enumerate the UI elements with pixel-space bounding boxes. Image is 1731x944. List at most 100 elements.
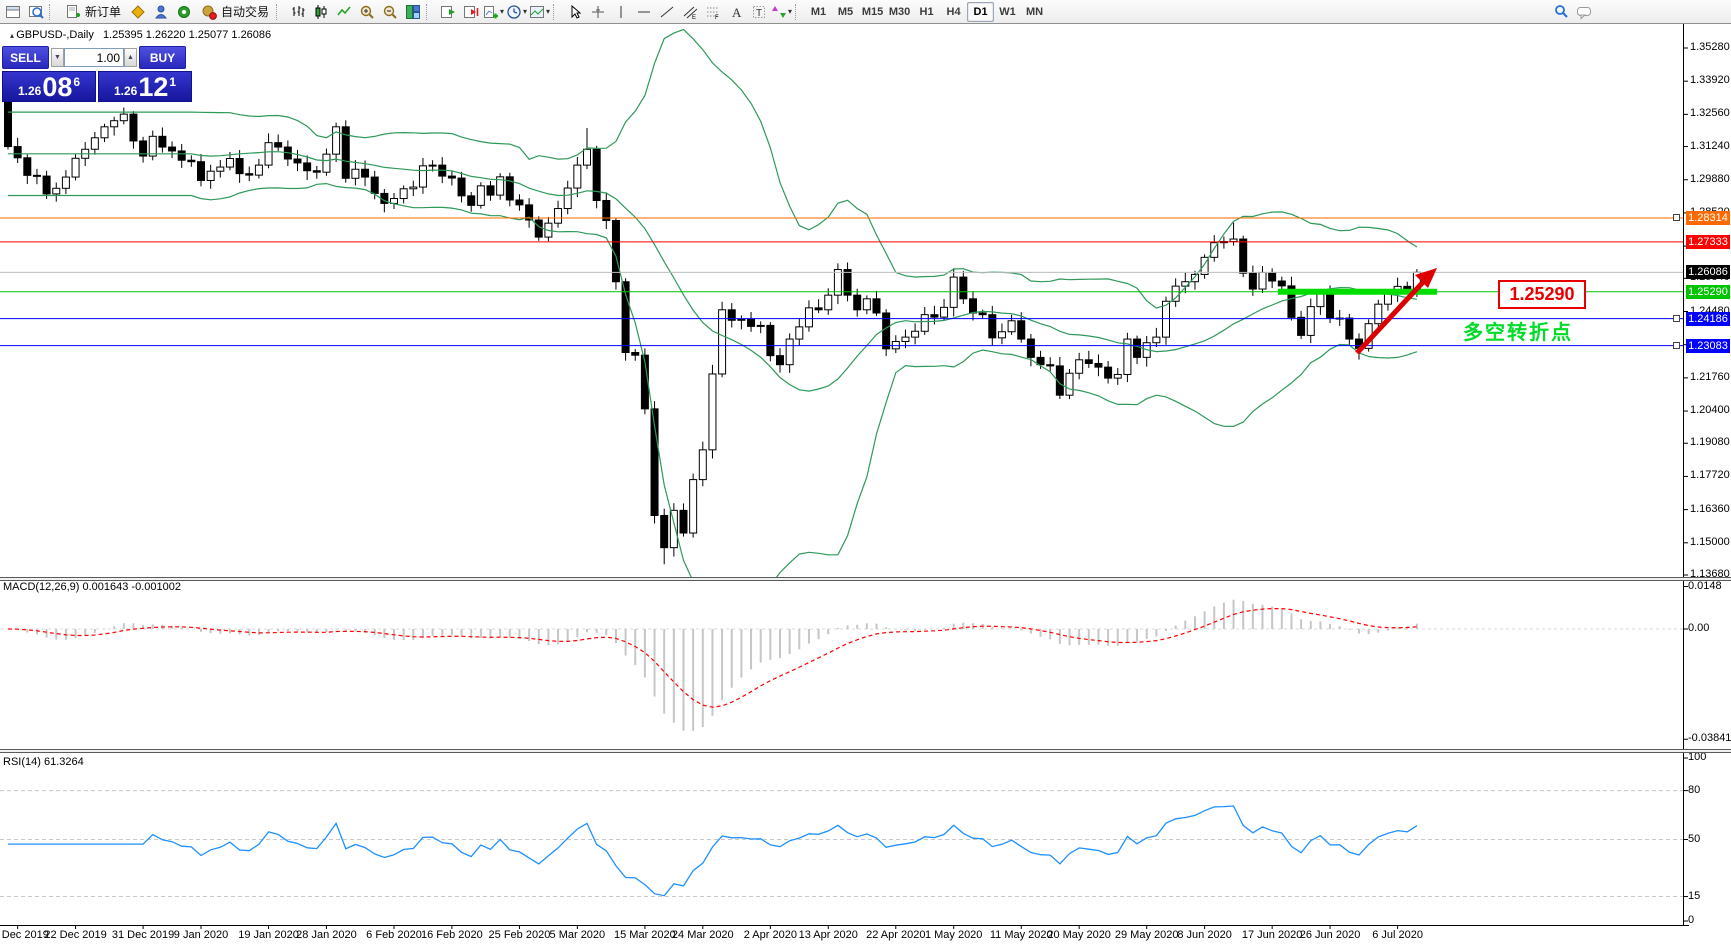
price-axis-label: 1.35280 — [1690, 41, 1730, 53]
candlestick-series — [4, 93, 1421, 565]
templates-icon[interactable]: ▾ — [528, 2, 551, 22]
chart-plot[interactable] — [0, 0, 1731, 944]
volume-down-button[interactable]: ▼ — [51, 48, 64, 67]
sell-price-point: 6 — [73, 75, 81, 89]
timeframe-button-H1[interactable]: H1 — [913, 2, 940, 22]
timeframe-button-MN[interactable]: MN — [1021, 2, 1048, 22]
arrows-icon[interactable]: ▾ — [770, 2, 793, 22]
rsi-indicator-label: RSI(14) 61.3264 — [3, 756, 84, 768]
mt4-window: { "toolbar": { "new_order_label": "新订单",… — [0, 0, 1731, 944]
buy-price-pips: 12 — [138, 72, 169, 102]
auto-trading-button[interactable]: 自动交易 — [195, 2, 274, 22]
panel-separator-macd[interactable] — [0, 577, 1731, 581]
buy-price-point: 1 — [169, 75, 177, 89]
line-chart-icon[interactable] — [332, 2, 355, 22]
main-panel — [0, 28, 1683, 577]
timeframe-button-W1[interactable]: W1 — [994, 2, 1021, 22]
buy-price-display[interactable]: 1.26 12 1 — [98, 71, 192, 102]
zoom-in-icon[interactable] — [355, 2, 378, 22]
profile-window-icon[interactable] — [24, 2, 47, 22]
price-axis-label: 1.31240 — [1690, 139, 1730, 152]
level-badge-1.23083: 1.23083 — [1686, 338, 1730, 353]
price-axis-label: 1.32560 — [1690, 107, 1730, 120]
panel-separator-rsi[interactable] — [0, 749, 1731, 753]
zoom-out-icon[interactable] — [378, 2, 401, 22]
toolbar-grip — [276, 3, 282, 20]
chart-shift-icon[interactable] — [459, 2, 482, 22]
sell-price-figure: 1.26 — [17, 84, 42, 98]
indicators-icon[interactable]: ▾ — [482, 2, 505, 22]
volume-input[interactable] — [64, 48, 124, 67]
new-order-button[interactable]: 新订单 — [59, 2, 126, 22]
date-axis-label: 6 Jul 2020 — [1372, 929, 1423, 941]
timeframe-button-M30[interactable]: M30 — [886, 2, 913, 22]
current-price-badge: 1.26086 — [1686, 265, 1730, 280]
symbol-period: GBPUSD-,Daily — [16, 29, 94, 41]
horizontal-line-icon[interactable] — [632, 2, 655, 22]
periods-icon[interactable]: ▾ — [505, 2, 528, 22]
trendline-icon[interactable] — [655, 2, 678, 22]
chat-icon[interactable] — [1572, 2, 1595, 22]
price-axis-label: 1.17720 — [1690, 469, 1730, 482]
price-axis-label: 1.16360 — [1690, 502, 1730, 515]
equidistant-channel-icon[interactable]: E — [678, 2, 701, 22]
macd-indicator-label: MACD(12,26,9) 0.001643 -0.001002 — [3, 581, 181, 593]
turning-point-text[interactable]: 多空转折点 — [1463, 316, 1573, 345]
buy-button[interactable]: BUY — [139, 46, 186, 69]
rsi-axis-label: 15 — [1688, 889, 1701, 902]
macd-axis-label: -0.038415 — [1688, 732, 1731, 745]
svg-text:E: E — [692, 15, 696, 20]
price-axis-label: 1.33920 — [1690, 74, 1730, 87]
svg-text:F: F — [715, 15, 719, 20]
level-handle[interactable] — [1673, 214, 1680, 222]
signals-icon[interactable] — [172, 2, 195, 22]
rsi-line — [8, 805, 1418, 897]
text-icon[interactable]: A — [724, 2, 747, 22]
buy-price-figure: 1.26 — [113, 84, 138, 98]
timeframe-button-M5[interactable]: M5 — [832, 2, 859, 22]
text-label-icon[interactable]: T — [747, 2, 770, 22]
chart-title: ▴ GBPUSD-,Daily 1.25395 1.26220 1.25077 … — [10, 29, 271, 41]
expert-advisors-icon[interactable] — [149, 2, 172, 22]
tile-windows-icon[interactable] — [401, 2, 424, 22]
candlestick-chart-icon[interactable] — [309, 2, 332, 22]
cursor-icon[interactable] — [563, 2, 586, 22]
sell-button[interactable]: SELL — [2, 46, 49, 69]
rsi-axis-label: 0 — [1688, 914, 1695, 926]
sell-price-display[interactable]: 1.26 08 6 — [2, 71, 96, 102]
auto-scroll-icon[interactable] — [436, 2, 459, 22]
timeframe-button-H4[interactable]: H4 — [940, 2, 967, 22]
timeframe-button-D1[interactable]: D1 — [967, 1, 995, 22]
volume-up-button[interactable]: ▲ — [124, 48, 137, 67]
chart-window-icon[interactable] — [1, 2, 24, 22]
svg-text:T: T — [756, 8, 762, 19]
level-handle[interactable] — [1673, 342, 1680, 350]
toolbar-grip — [49, 3, 55, 20]
search-icon[interactable] — [1549, 2, 1572, 22]
auto-trading-icon — [200, 2, 218, 22]
crosshair-icon[interactable] — [586, 2, 609, 22]
price-axis-label: 1.21760 — [1690, 370, 1730, 383]
bar-chart-icon[interactable] — [286, 2, 309, 22]
rsi-axis-label: 50 — [1688, 832, 1701, 845]
level-handle[interactable] — [1673, 315, 1680, 323]
sell-price-pips: 08 — [42, 72, 73, 102]
price-axis-label: 1.15000 — [1690, 535, 1730, 548]
rsi-panel — [0, 790, 1683, 898]
level-badge-1.27333: 1.27333 — [1686, 234, 1730, 249]
price-axis-label: 1.20400 — [1690, 404, 1730, 417]
level-badge-1.25290: 1.25290 — [1686, 284, 1730, 299]
macd-axis-label: 0.00 — [1688, 622, 1710, 634]
ohlc-values: 1.25395 1.26220 1.25077 1.26086 — [102, 29, 272, 41]
timeframe-button-M15[interactable]: M15 — [859, 2, 886, 22]
fibonacci-icon[interactable]: F — [701, 2, 724, 22]
price-axis-label: 1.19080 — [1690, 436, 1730, 449]
metaeditor-icon[interactable] — [126, 2, 149, 22]
trend-arrow — [1355, 268, 1437, 355]
vertical-line-icon[interactable] — [609, 2, 632, 22]
macd-axis-label: 0.0148 — [1688, 579, 1722, 592]
macd-panel — [0, 599, 1683, 731]
timeframe-button-M1[interactable]: M1 — [805, 2, 832, 22]
price-axis-label: 1.29880 — [1690, 172, 1730, 185]
price-annotation-box[interactable]: 1.25290 — [1498, 280, 1586, 309]
